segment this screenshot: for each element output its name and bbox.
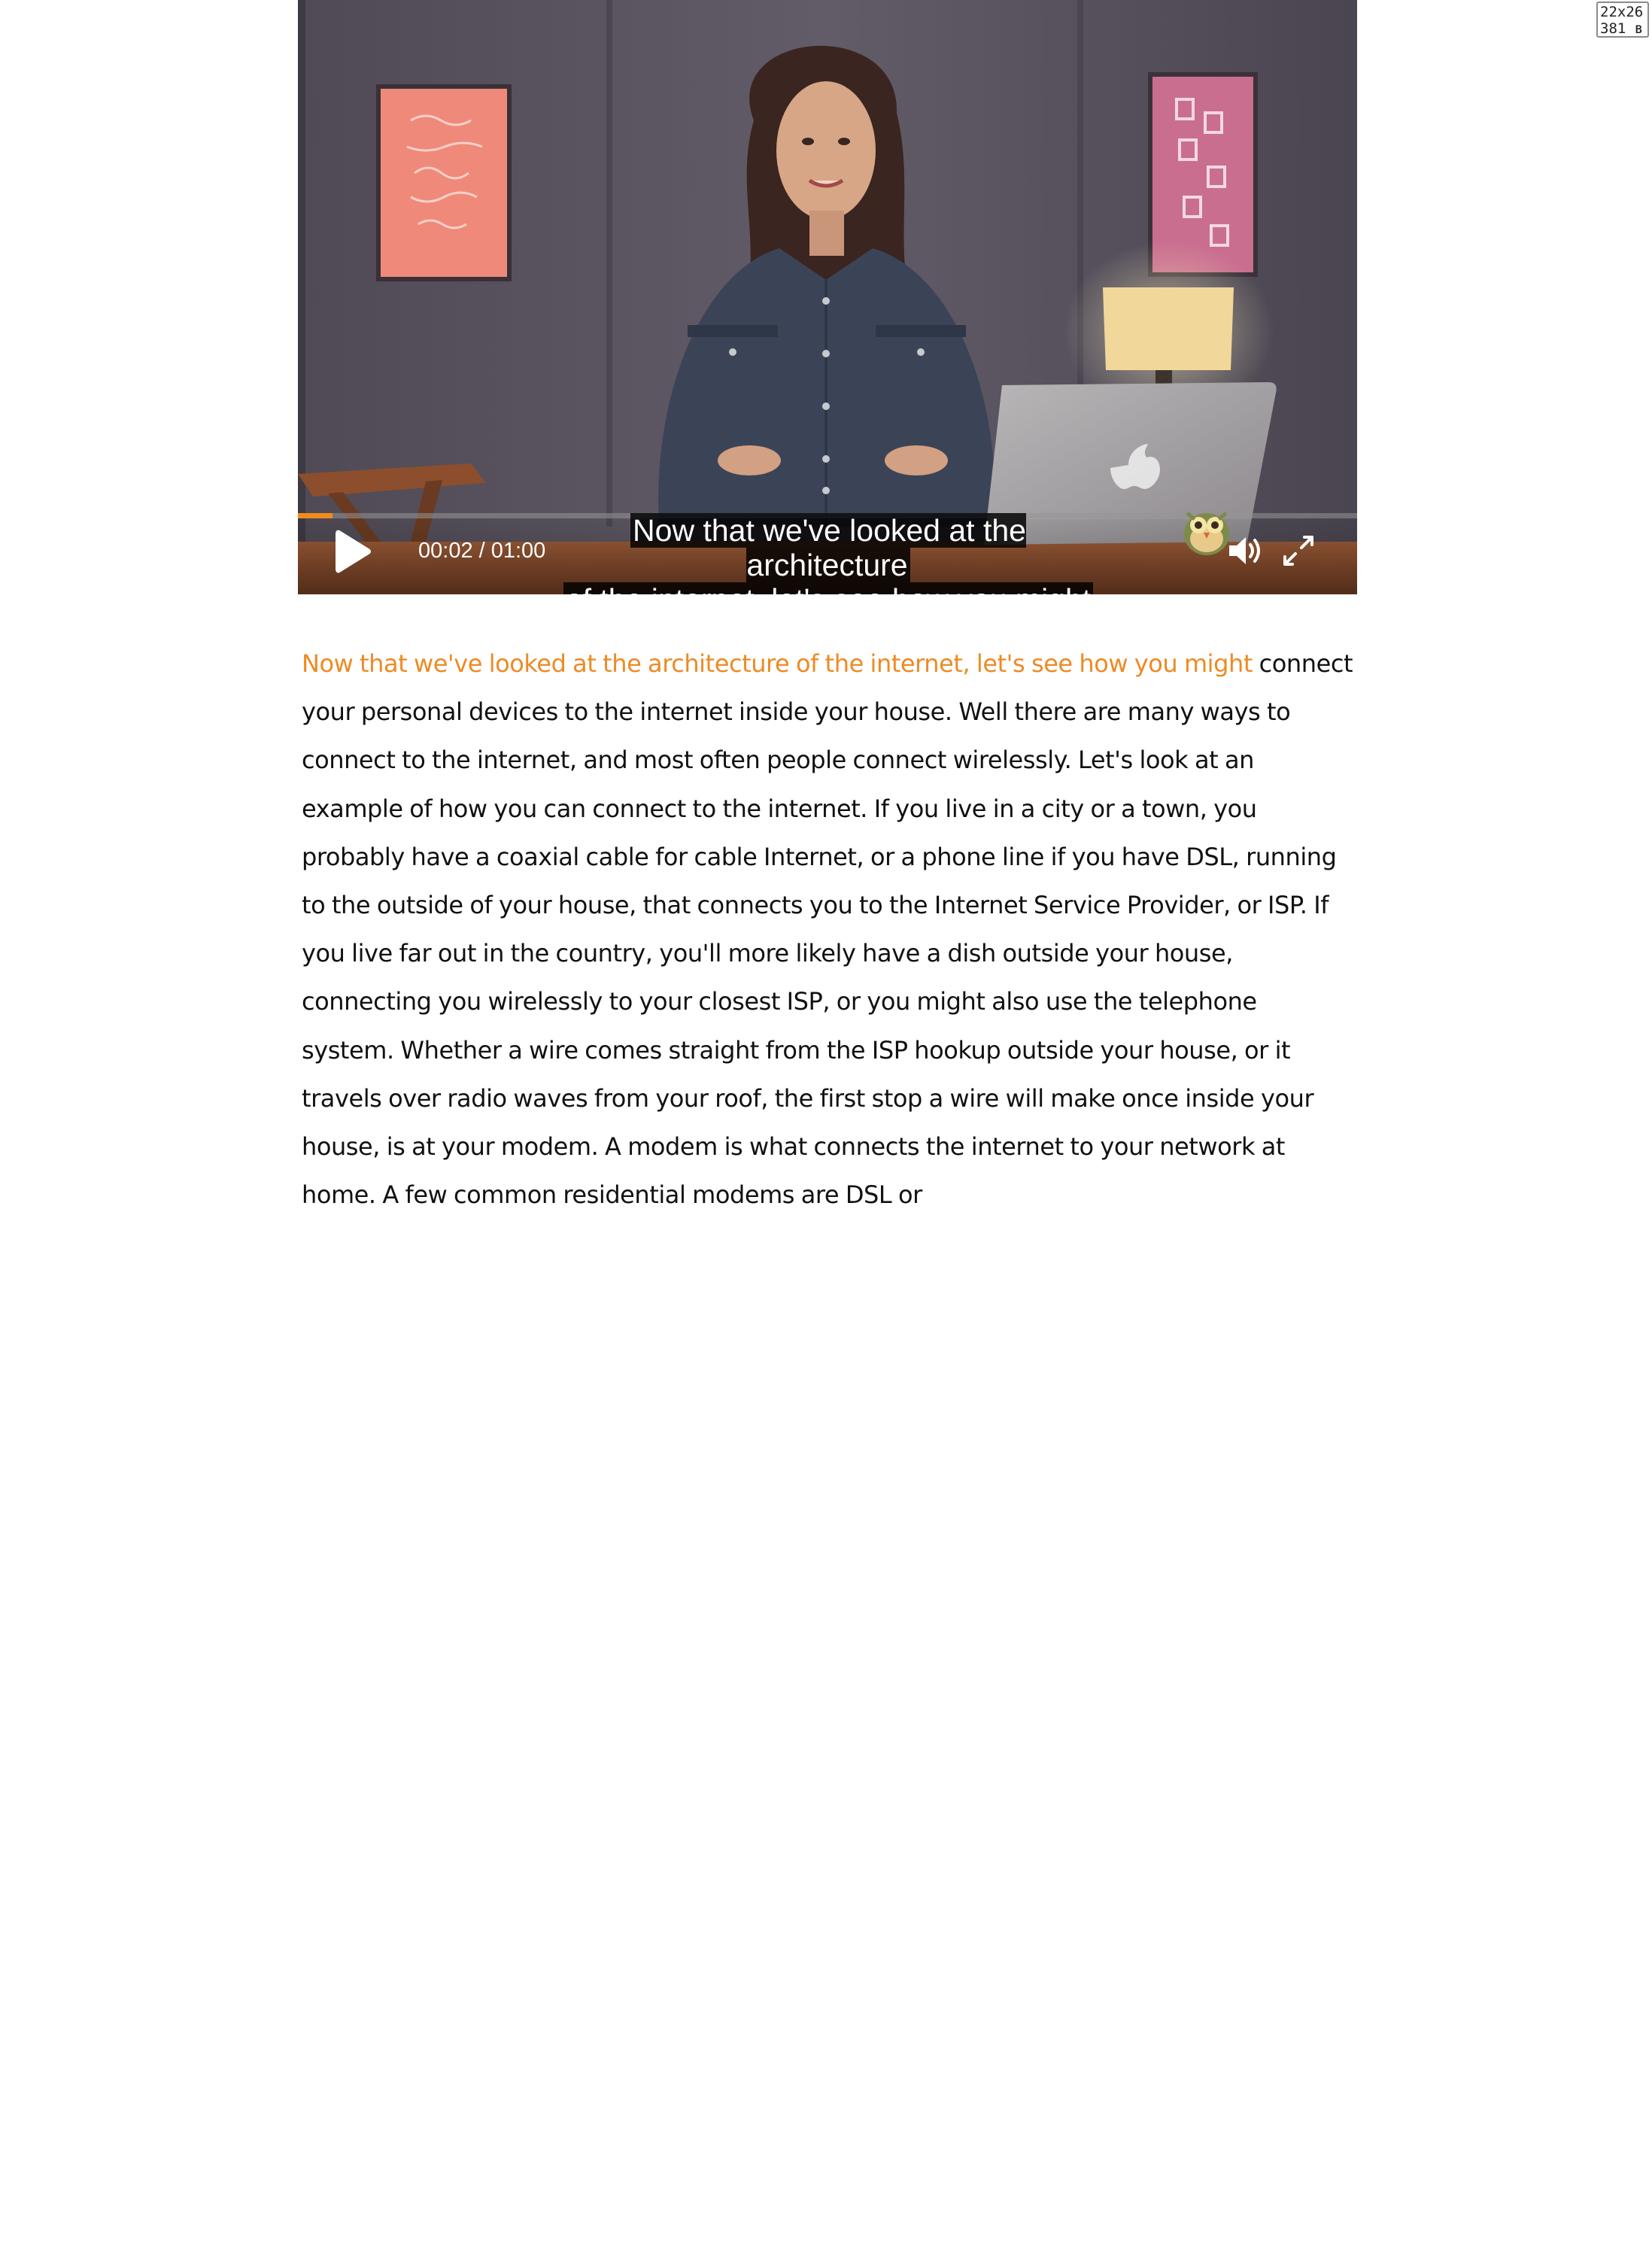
transcript-remaining-text[interactable]: connect your personal devices to the int… <box>302 649 1353 1209</box>
fullscreen-button[interactable] <box>1277 530 1319 572</box>
size-badge-line1: 22x26 <box>1600 4 1644 20</box>
captions: Now that we've looked at the architectur… <box>554 513 1103 594</box>
volume-button[interactable] <box>1225 530 1267 572</box>
transcript-current-segment[interactable]: Now that we've looked at the architectur… <box>302 649 1253 678</box>
size-badge-line2: 381 ʙ <box>1600 20 1644 37</box>
video-player[interactable]: 00:02 / 01:00 Now that we've looked at t… <box>298 0 1357 594</box>
size-badge: 22x26 381 ʙ <box>1596 2 1649 38</box>
time-display: 00:02 / 01:00 <box>418 539 546 563</box>
interactive-transcript: Now that we've looked at the architectur… <box>302 639 1355 1219</box>
caption-line-2: of the internet, let's see how you might <box>563 582 1094 594</box>
caption-line-1: Now that we've looked at the architectur… <box>630 513 1026 582</box>
fullscreen-icon <box>1283 536 1313 566</box>
volume-icon <box>1229 537 1260 564</box>
play-icon <box>336 530 371 573</box>
play-button[interactable] <box>329 525 375 578</box>
progress-fill <box>298 513 333 518</box>
